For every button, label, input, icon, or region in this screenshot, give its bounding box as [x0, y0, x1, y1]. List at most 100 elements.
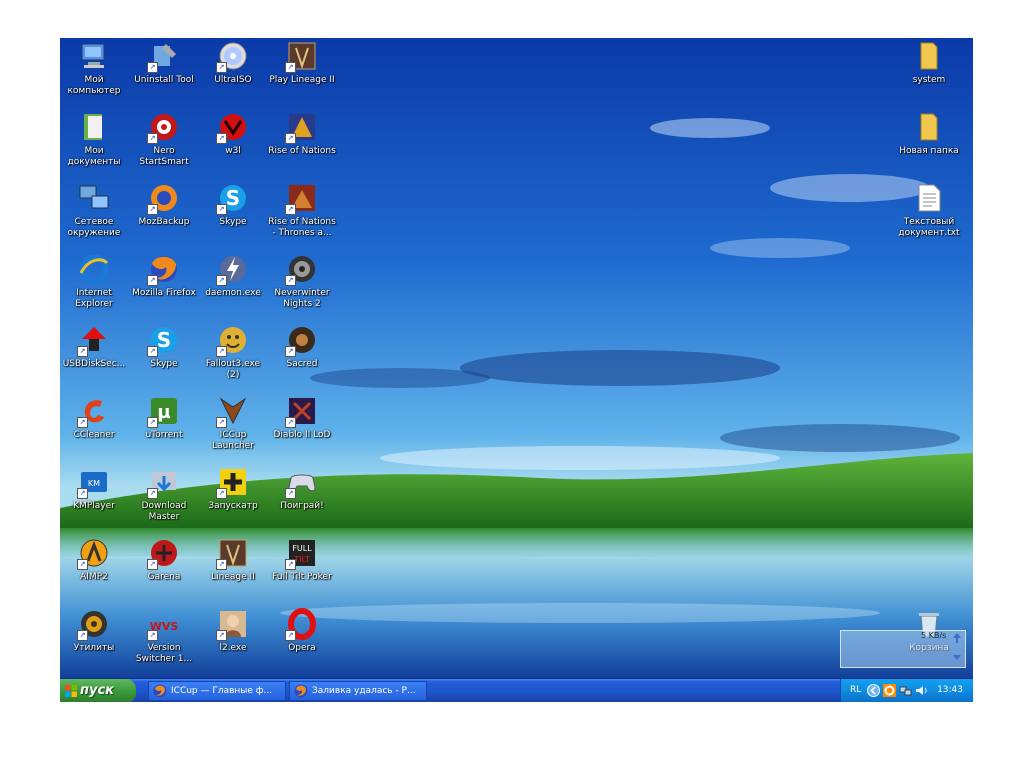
shortcut-arrow-icon: ↗	[216, 630, 227, 641]
desktop-icon[interactable]: ↗ Garena	[129, 535, 199, 601]
desktop-icon-label: Skype	[219, 217, 247, 227]
desktop-icon-label: Fallout3.exe (2)	[205, 359, 261, 380]
shortcut-arrow-icon: ↗	[285, 62, 296, 73]
svg-text:µ: µ	[157, 402, 170, 423]
desktop-icon[interactable]: ↗ CCleaner	[60, 393, 129, 459]
desktop-icon-label: Opera	[288, 643, 316, 653]
network-speed-widget[interactable]: 5 KB/s	[840, 630, 966, 668]
desktop-icon-label: ICCup Launcher	[212, 430, 254, 451]
desktop-icon[interactable]: S ↗ Skype	[129, 322, 199, 388]
desktop-icon[interactable]: ↗ Diablo II LoD	[267, 393, 337, 459]
shortcut-arrow-icon: ↗	[147, 204, 158, 215]
desktop-icon[interactable]: ↗ l2.exe	[198, 606, 268, 672]
desktop-icon-label: Download Master	[141, 501, 187, 522]
desktop-icon[interactable]: Новая папка	[894, 109, 964, 175]
desktop-icon[interactable]: KM ↗ KMPlayer	[60, 464, 129, 530]
start-label: пуск	[80, 683, 114, 698]
shortcut-arrow-icon: ↗	[147, 346, 158, 357]
shortcut-arrow-icon: ↗	[216, 62, 227, 73]
garena-icon: ↗	[147, 537, 180, 570]
desktop-icon-label: Lineage II	[211, 572, 255, 582]
opera-icon: ↗	[285, 608, 318, 641]
shortcut-arrow-icon: ↗	[147, 62, 158, 73]
net-speed-text: 5 KB/s	[921, 631, 947, 640]
desktop-icon[interactable]: Сетевое окружение	[60, 180, 129, 246]
desktop-icon[interactable]: Internet Explorer	[60, 251, 129, 317]
desktop-icon[interactable]: ↗ Download Master	[129, 464, 199, 530]
desktop-icon[interactable]: ↗ Mozilla Firefox	[129, 251, 199, 317]
desktop-icon[interactable]: ↗ Fallout3.exe (2)	[198, 322, 268, 388]
desktop-icon[interactable]: ↗ USBDiskSec...	[60, 322, 129, 388]
skype-icon: S ↗	[147, 324, 180, 357]
desktop-icon-label: uTorrent	[145, 430, 183, 440]
desktop-icon-label: Internet Explorer	[75, 288, 113, 309]
arrow-down-icon	[953, 655, 961, 660]
desktop-icon[interactable]: ↗ AIMP2	[60, 535, 129, 601]
firefox-icon: ↗	[147, 253, 180, 286]
taskbar-item-upload[interactable]: Заливка удалась - Р...	[289, 681, 427, 701]
shortcut-arrow-icon: ↗	[285, 488, 296, 499]
shortcut-arrow-icon: ↗	[285, 275, 296, 286]
shortcut-arrow-icon: ↗	[147, 275, 158, 286]
desktop-icon[interactable]: Мои документы	[60, 109, 129, 175]
desktop-icon[interactable]: ↗ MozBackup	[129, 180, 199, 246]
desktop-icon[interactable]: ↗ daemon.exe	[198, 251, 268, 317]
taskbar-item-iccup[interactable]: ICCup — Главные ф...	[148, 681, 286, 701]
start-button[interactable]: пуск	[60, 679, 136, 702]
desktop-icon-label: Сетевое окружение	[67, 217, 121, 238]
opera-tray-icon[interactable]	[883, 684, 896, 697]
taskbar-item-label: ICCup — Главные ф...	[171, 686, 273, 696]
utilities-icon: ↗	[77, 608, 110, 641]
desktop-icon[interactable]: ↗ Запускатр	[198, 464, 268, 530]
shortcut-arrow-icon: ↗	[216, 559, 227, 570]
desktop-icon[interactable]: ↗ Nero StartSmart	[129, 109, 199, 175]
network-tray-icon[interactable]	[899, 684, 912, 697]
desktop-icon[interactable]: ↗ ICCup Launcher	[198, 393, 268, 459]
desktop-icon[interactable]: Текстовый документ.txt	[894, 180, 964, 246]
language-indicator[interactable]: RL	[850, 685, 861, 695]
desktop-icon-label: Play Lineage II	[269, 75, 335, 85]
desktop-icon[interactable]: ↗ UltraISO	[198, 38, 268, 104]
desktop-icon[interactable]: Мой компьютер	[60, 38, 129, 104]
desktop-icon-label: UltraISO	[214, 75, 252, 85]
launcher-icon: ↗	[216, 466, 249, 499]
desktop-icon[interactable]: ↗ Lineage II	[198, 535, 268, 601]
desktop-icon[interactable]: µ ↗ uTorrent	[129, 393, 199, 459]
desktop-icon[interactable]: ↗ Поиграй!	[267, 464, 337, 530]
l2-icon: ↗	[216, 608, 249, 641]
desktop-icon[interactable]: ↗ Play Lineage II	[267, 38, 337, 104]
shortcut-arrow-icon: ↗	[285, 559, 296, 570]
chevron-left-icon[interactable]	[867, 684, 880, 697]
desktop-icon-label: Rise of Nations	[268, 146, 336, 156]
shortcut-arrow-icon: ↗	[216, 275, 227, 286]
desktop-icon[interactable]: ↗ w3l	[198, 109, 268, 175]
fallout-icon: ↗	[216, 324, 249, 357]
desktop-icon[interactable]: ↗ Утилиты	[60, 606, 129, 672]
desktop-icon[interactable]: ↗ Opera	[267, 606, 337, 672]
desktop-icon[interactable]: ↗ Uninstall Tool	[129, 38, 199, 104]
desktop-icon[interactable]: ↗ Sacred	[267, 322, 337, 388]
desktop-icon-label: Новая папка	[899, 146, 959, 156]
desktop-icon-label: Diablo II LoD	[273, 430, 331, 440]
desktop-icon-label: Neverwinter Nights 2	[274, 288, 330, 309]
taskbar-item-label: Заливка удалась - Р...	[312, 686, 416, 696]
desktop-icon[interactable]: FULL TILT ↗ Full Tilt Poker	[267, 535, 337, 601]
utorrent-icon: µ ↗	[147, 395, 180, 428]
desktop-icon[interactable]: ↗ Rise of Nations	[267, 109, 337, 175]
volume-tray-icon[interactable]	[915, 684, 928, 697]
desktop-icon[interactable]: ↗ Rise of Nations - Thrones a...	[267, 180, 337, 246]
clock[interactable]: 13:43	[937, 685, 963, 695]
iccup-icon: ↗	[216, 395, 249, 428]
shortcut-arrow-icon: ↗	[216, 417, 227, 428]
desktop-icon[interactable]: WVS ↗ Version Switcher 1...	[129, 606, 199, 672]
desktop-icon[interactable]: S ↗ Skype	[198, 180, 268, 246]
neverwinter-icon: ↗	[285, 253, 318, 286]
desktop-icon[interactable]: system	[894, 38, 964, 104]
desktop-icon-label: Sacred	[286, 359, 318, 369]
gamepad-icon: ↗	[285, 466, 318, 499]
desktop-icon[interactable]: ↗ Neverwinter Nights 2	[267, 251, 337, 317]
lineage-icon: ↗	[216, 537, 249, 570]
shortcut-arrow-icon: ↗	[77, 488, 88, 499]
desktop-icon-label: Текстовый документ.txt	[898, 217, 960, 238]
desktop-icon-label: Garena	[147, 572, 181, 582]
